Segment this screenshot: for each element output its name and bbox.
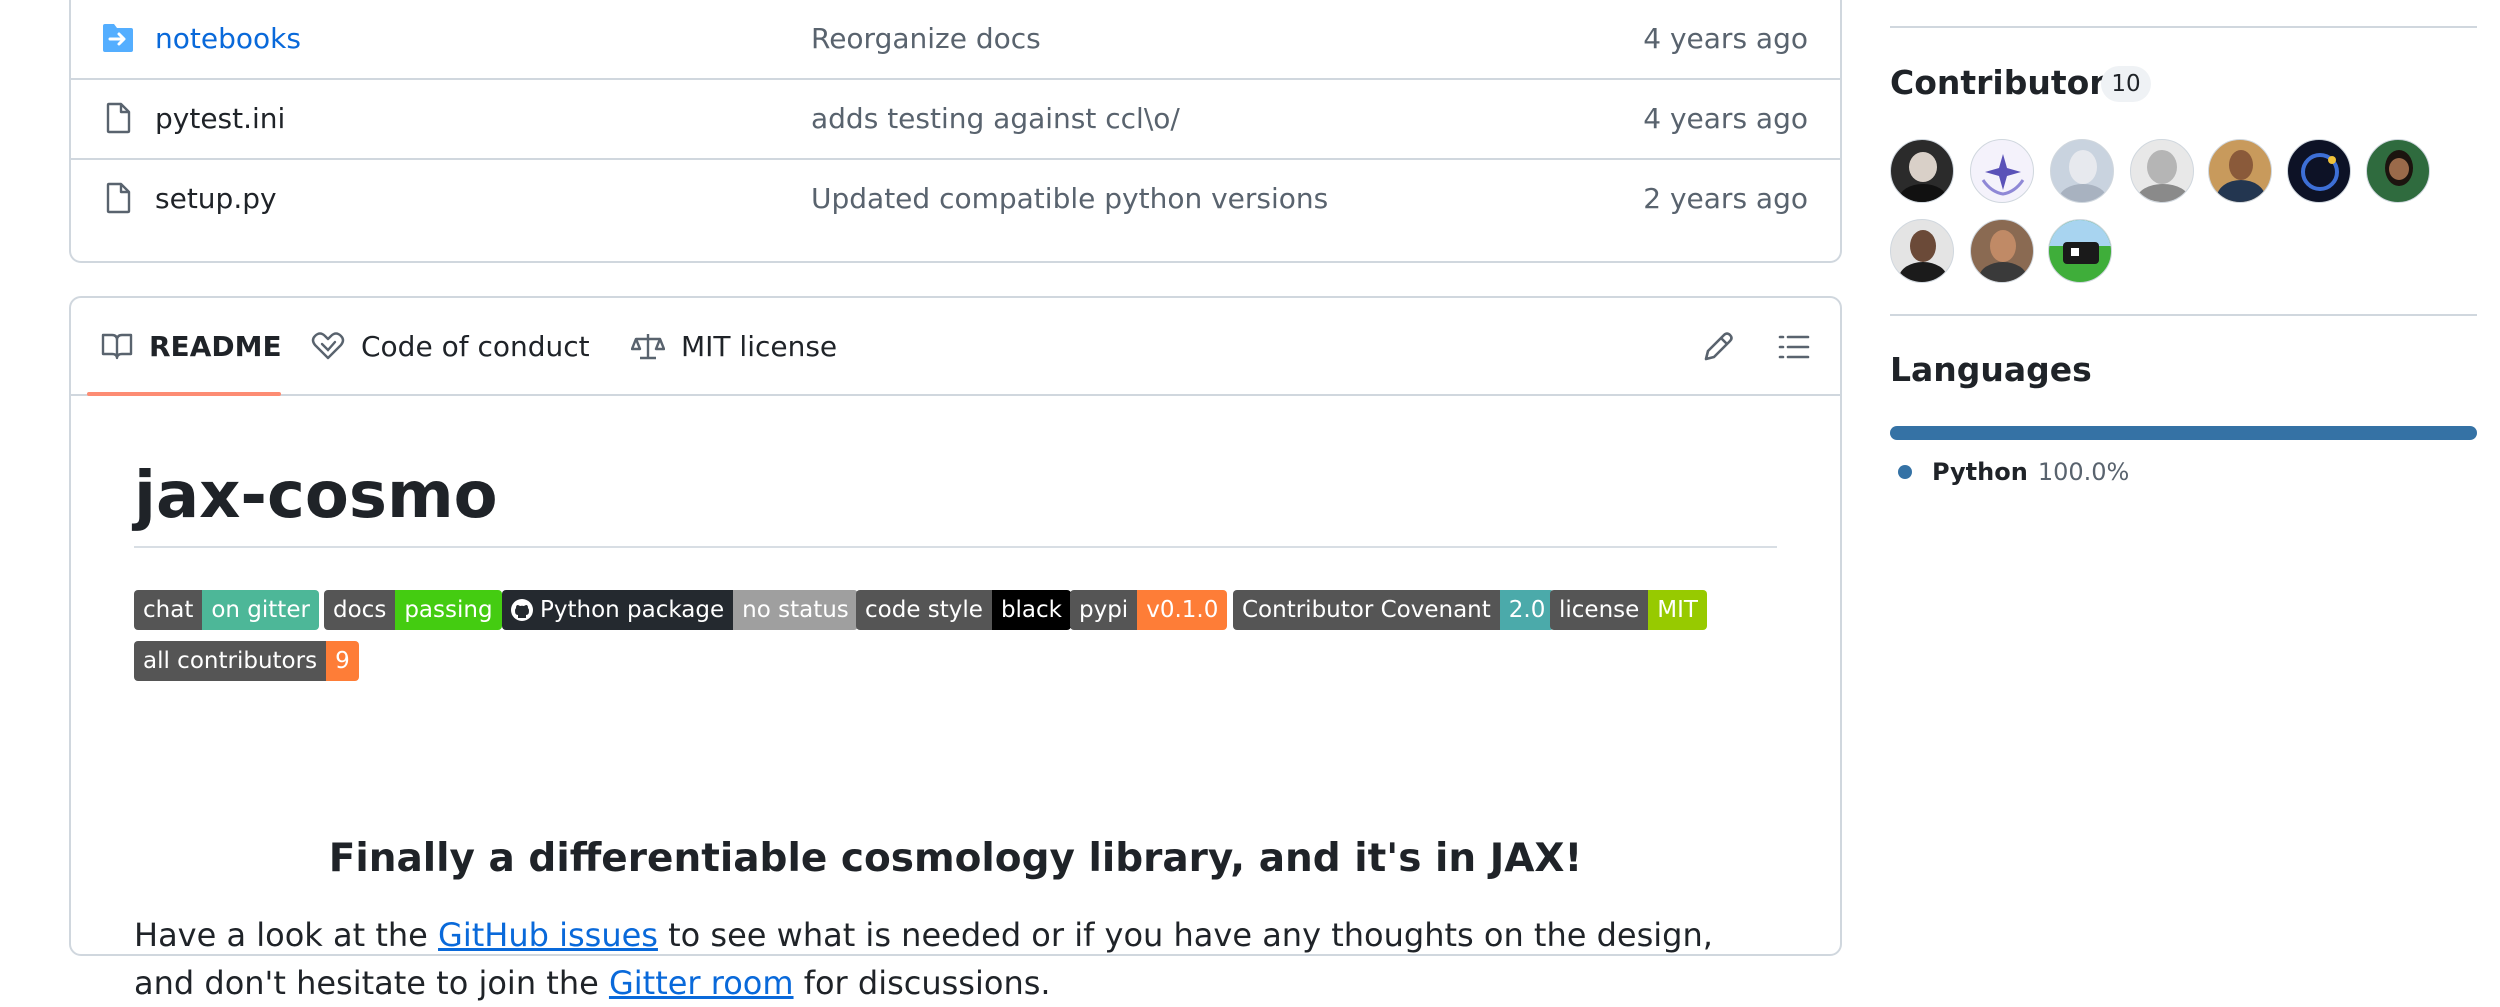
commit-age: 4 years ago — [1643, 102, 1808, 135]
badge-value: on gitter — [202, 590, 319, 630]
language-percent: 100.0% — [2037, 458, 2130, 486]
badge-value: 9 — [326, 641, 359, 681]
commit-message[interactable]: Updated compatible python versions — [811, 160, 1328, 238]
edit-pencil-icon[interactable] — [1700, 329, 1736, 365]
readme-tagline: Finally a differentiable cosmology libra… — [328, 836, 1583, 881]
badge-value: 2.0 — [1499, 590, 1555, 630]
contributor-avatar[interactable] — [1970, 219, 2034, 283]
contributors-heading[interactable]: Contributors — [1890, 63, 2125, 102]
gitter-room-link[interactable]: Gitter room — [609, 964, 794, 1002]
file-name[interactable]: setup.py — [155, 160, 277, 238]
badge-value: passing — [395, 590, 502, 630]
badge-license[interactable]: license MIT — [1550, 590, 1707, 630]
contributor-avatar[interactable] — [1970, 139, 2034, 203]
sidebar-divider — [1890, 26, 2477, 28]
badge-label: Python package — [502, 590, 734, 630]
contributor-avatar[interactable] — [2287, 139, 2351, 203]
contributor-avatar[interactable] — [1890, 219, 1954, 283]
tab-code-of-conduct[interactable]: Code of conduct — [311, 298, 590, 394]
badge-contributor-covenant[interactable]: Contributor Covenant 2.0 — [1233, 590, 1555, 630]
badge-python-package[interactable]: Python package no status — [502, 590, 858, 630]
folder-submodule-icon — [103, 24, 133, 52]
contributor-avatar[interactable] — [1890, 139, 1954, 203]
file-name[interactable]: notebooks — [155, 0, 301, 78]
contributor-avatar[interactable] — [2208, 139, 2272, 203]
file-icon — [106, 102, 131, 134]
badge-label: all contributors — [134, 641, 327, 681]
commit-message[interactable]: adds testing against ccl\o/ — [811, 80, 1180, 158]
active-tab-indicator — [87, 392, 281, 396]
badge-value: v0.1.0 — [1137, 590, 1228, 630]
github-icon — [511, 599, 533, 621]
github-issues-link[interactable]: GitHub issues — [438, 916, 658, 954]
file-row-pytest[interactable]: pytest.ini adds testing against ccl\o/ 4… — [71, 78, 1840, 158]
badge-label: docs — [324, 590, 396, 630]
file-list: notebooks Reorganize docs 4 years ago py… — [69, 0, 1842, 263]
badge-all-contributors[interactable]: all contributors 9 — [134, 641, 359, 681]
sidebar-divider — [1890, 314, 2477, 316]
commit-age: 4 years ago — [1643, 22, 1808, 55]
contributor-avatar[interactable] — [2048, 219, 2112, 283]
code-of-conduct-icon — [311, 332, 345, 360]
badge-pypi[interactable]: pypi v0.1.0 — [1070, 590, 1228, 630]
readme-title: jax-cosmo — [134, 456, 1777, 548]
badge-label: Contributor Covenant — [1233, 590, 1500, 630]
file-row-setup[interactable]: setup.py Updated compatible python versi… — [71, 158, 1840, 238]
commit-message[interactable]: Reorganize docs — [811, 0, 1041, 78]
badge-label: code style — [856, 590, 992, 630]
file-name[interactable]: pytest.ini — [155, 80, 285, 158]
badge-value: no status — [733, 590, 858, 630]
outline-list-icon[interactable] — [1776, 329, 1812, 365]
badge-docs[interactable]: docs passing — [324, 590, 502, 630]
badge-label: license — [1550, 590, 1649, 630]
badge-value: MIT — [1648, 590, 1707, 630]
badge-label-text: Python package — [540, 597, 725, 623]
badge-chat[interactable]: chat on gitter — [134, 590, 319, 630]
language-bar — [1890, 426, 2477, 440]
paragraph-text: for discussions. — [793, 964, 1051, 1002]
contributors-count: 10 — [2101, 66, 2151, 102]
badge-value: black — [991, 590, 1071, 630]
language-color-dot — [1898, 465, 1912, 479]
tab-label: README — [149, 329, 282, 363]
badge-code-style[interactable]: code style black — [856, 590, 1071, 630]
badge-label: chat — [134, 590, 203, 630]
tab-label: MIT license — [681, 329, 838, 363]
tab-readme[interactable]: README — [87, 298, 282, 396]
readme-tabs: README Code of conduct MIT license — [71, 298, 1840, 396]
readme-paragraph: Have a look at the GitHub issues to see … — [134, 911, 1777, 1007]
language-item-python[interactable]: Python 100.0% — [1898, 458, 2129, 486]
file-icon — [106, 182, 131, 214]
tab-label: Code of conduct — [361, 329, 590, 363]
book-icon — [101, 333, 133, 360]
contributor-avatar[interactable] — [2050, 139, 2114, 203]
tab-license[interactable]: MIT license — [631, 298, 837, 394]
paragraph-text: Have a look at the — [134, 916, 439, 954]
file-row-notebooks[interactable]: notebooks Reorganize docs 4 years ago — [71, 0, 1840, 78]
law-scale-icon — [631, 334, 665, 360]
commit-age: 2 years ago — [1643, 182, 1808, 215]
contributor-avatar[interactable] — [2366, 139, 2430, 203]
contributor-avatar[interactable] — [2130, 139, 2194, 203]
badge-label: pypi — [1070, 590, 1138, 630]
readme-panel: README Code of conduct MIT license jax-c… — [69, 296, 1842, 1002]
language-name: Python — [1932, 458, 2028, 486]
languages-heading: Languages — [1890, 350, 2092, 389]
